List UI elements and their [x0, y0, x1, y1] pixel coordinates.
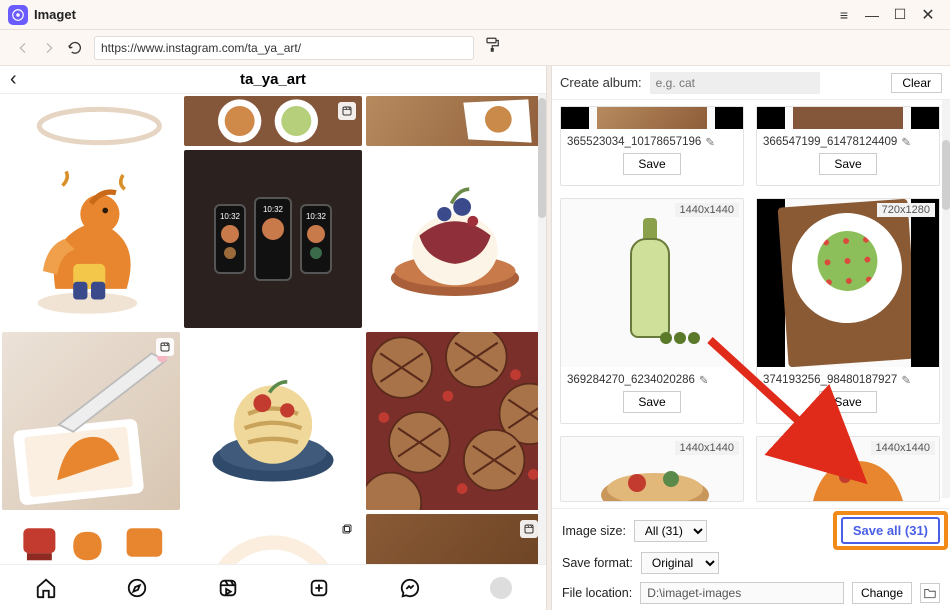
- url-text: https://www.instagram.com/ta_ya_art/: [101, 41, 301, 55]
- app-name: Imaget: [34, 7, 76, 22]
- file-location-label: File location:: [562, 586, 632, 600]
- edit-name-icon[interactable]: ✎: [901, 135, 911, 149]
- ig-home-icon[interactable]: [33, 575, 59, 601]
- dimensions-label: 1440x1440: [675, 441, 739, 455]
- image-id: 374193256_98480187927: [763, 374, 897, 386]
- save-all-button[interactable]: Save all (31): [841, 517, 940, 544]
- save-button[interactable]: Save: [623, 391, 680, 413]
- ig-post-tile[interactable]: [366, 514, 544, 564]
- ig-post-tile[interactable]: [184, 96, 362, 146]
- browser-toolbar: https://www.instagram.com/ta_ya_art/: [0, 30, 950, 66]
- paint-roller-icon[interactable]: [484, 36, 506, 59]
- phone-clock: 10:32: [220, 212, 240, 221]
- image-id: 369284270_6234020286: [567, 374, 695, 386]
- instagram-panel: ‹ ta_ya_art: [0, 66, 546, 610]
- ig-post-tile[interactable]: [366, 150, 544, 328]
- dimensions-label: 1440x1440: [675, 203, 739, 217]
- dimensions-label: 720x1280: [877, 203, 935, 217]
- nav-back-icon[interactable]: [10, 35, 36, 61]
- download-panel: Create album: Clear 365523034_1017865719…: [552, 66, 950, 610]
- ig-post-tile[interactable]: [184, 332, 362, 510]
- carousel-icon: [338, 520, 356, 538]
- close-button[interactable]: ✕: [914, 4, 942, 26]
- image-card: 1440x1440: [756, 436, 940, 502]
- save-button[interactable]: Save: [819, 153, 876, 175]
- image-id: 366547199_61478124409: [763, 136, 897, 148]
- ig-messenger-icon[interactable]: [397, 575, 423, 601]
- image-size-select[interactable]: All (31): [634, 520, 707, 542]
- image-size-label: Image size:: [562, 524, 626, 538]
- url-bar[interactable]: https://www.instagram.com/ta_ya_art/: [94, 36, 474, 60]
- image-card: 1440x1440 369284270_6234020286 ✎ Save: [560, 198, 744, 424]
- image-card: 1440x1440: [560, 436, 744, 502]
- ig-post-tile[interactable]: [2, 96, 180, 146]
- phone-clock: 10:32: [306, 212, 326, 221]
- album-name-input[interactable]: [650, 72, 820, 94]
- ig-post-tile[interactable]: [2, 150, 180, 328]
- file-location-box: D:\imaget-images: [640, 582, 844, 604]
- ig-post-tile[interactable]: [366, 96, 544, 146]
- titlebar: Imaget ≡ — ☐ ✕: [0, 0, 950, 30]
- image-id: 365523034_10178657196: [567, 136, 701, 148]
- create-album-label: Create album:: [560, 75, 642, 90]
- clear-button[interactable]: Clear: [891, 73, 942, 93]
- ig-grid: 10:32 10:32 10:32: [0, 94, 546, 564]
- ig-create-icon[interactable]: [306, 575, 332, 601]
- reload-icon[interactable]: [62, 35, 88, 61]
- album-bar: Create album: Clear: [552, 66, 950, 100]
- edit-name-icon[interactable]: ✎: [705, 135, 715, 149]
- ig-back-icon[interactable]: ‹: [10, 68, 17, 91]
- ig-profile-avatar[interactable]: [488, 575, 514, 601]
- app-logo: [8, 5, 28, 25]
- reels-icon: [338, 102, 356, 120]
- save-format-label: Save format:: [562, 556, 633, 570]
- ig-post-tile[interactable]: [366, 332, 544, 510]
- download-settings: Image size: All (31) Save all (31) Save …: [552, 508, 950, 610]
- ig-bottom-nav: [0, 564, 546, 610]
- ig-profile-title: ta_ya_art: [240, 71, 306, 88]
- save-format-select[interactable]: Original: [641, 552, 719, 574]
- ig-post-tile[interactable]: [184, 514, 362, 564]
- right-scrollbar[interactable]: [942, 100, 950, 498]
- reels-icon: [520, 520, 538, 538]
- open-folder-icon[interactable]: [920, 583, 940, 603]
- ig-post-tile[interactable]: [2, 332, 180, 510]
- phone-clock: 10:32: [263, 205, 283, 214]
- change-location-button[interactable]: Change: [852, 582, 912, 604]
- dimensions-label: 1440x1440: [871, 441, 935, 455]
- image-card: 720x1280 374193256_98480187927 ✎ Save: [756, 198, 940, 424]
- minimize-button[interactable]: —: [858, 4, 886, 26]
- save-button[interactable]: Save: [623, 153, 680, 175]
- hamburger-icon[interactable]: ≡: [830, 4, 858, 26]
- nav-forward-icon[interactable]: [36, 35, 62, 61]
- ig-post-tile[interactable]: 10:32 10:32 10:32: [184, 150, 362, 328]
- maximize-button[interactable]: ☐: [886, 4, 914, 26]
- save-button[interactable]: Save: [819, 391, 876, 413]
- left-scrollbar[interactable]: [538, 94, 546, 564]
- reels-icon: [156, 338, 174, 356]
- edit-name-icon[interactable]: ✎: [901, 373, 911, 387]
- edit-name-icon[interactable]: ✎: [699, 373, 709, 387]
- ig-explore-icon[interactable]: [124, 575, 150, 601]
- image-cards-scroll[interactable]: 365523034_10178657196 ✎ Save 366547199_61…: [552, 100, 950, 508]
- image-card: 365523034_10178657196 ✎ Save: [560, 106, 744, 186]
- ig-profile-header: ‹ ta_ya_art: [0, 66, 546, 94]
- image-card: 366547199_61478124409 ✎ Save: [756, 106, 940, 186]
- ig-reels-icon[interactable]: [215, 575, 241, 601]
- ig-post-tile[interactable]: [2, 514, 180, 564]
